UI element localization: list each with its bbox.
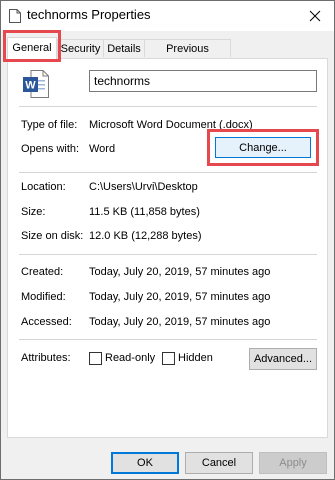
type-of-file-label: Type of file: bbox=[21, 119, 78, 131]
divider bbox=[19, 254, 317, 255]
size-on-disk-value: 12.0 KB (12,288 bytes) bbox=[89, 230, 202, 242]
opens-with-label: Opens with: bbox=[21, 143, 80, 155]
change-button[interactable]: Change... bbox=[215, 137, 311, 158]
location-value: C:\Users\Urvi\Desktop bbox=[89, 181, 198, 193]
cancel-button[interactable]: Cancel bbox=[185, 452, 253, 474]
window-title: technorms Properties bbox=[27, 7, 151, 22]
divider bbox=[19, 339, 317, 340]
tab-previous-versions[interactable]: Previous Versions bbox=[144, 39, 231, 73]
size-label: Size: bbox=[21, 206, 46, 218]
svg-text:W: W bbox=[25, 80, 36, 92]
close-icon[interactable] bbox=[302, 4, 328, 28]
modified-label: Modified: bbox=[21, 291, 66, 303]
ok-button[interactable]: OK bbox=[111, 452, 179, 474]
accessed-value: Today, July 20, 2019, 57 minutes ago bbox=[89, 316, 271, 328]
general-panel: W technorms Type of file: Microsoft Word… bbox=[7, 58, 328, 438]
hidden-label: Hidden bbox=[178, 352, 213, 364]
read-only-label: Read-only bbox=[105, 352, 156, 364]
size-value: 11.5 KB (11,858 bytes) bbox=[89, 206, 200, 218]
tab-details[interactable]: Details bbox=[103, 39, 145, 57]
type-of-file-value: Microsoft Word Document (.docx) bbox=[89, 119, 253, 131]
opens-with-value: Word bbox=[89, 143, 116, 155]
created-label: Created: bbox=[21, 266, 64, 278]
advanced-button[interactable]: Advanced... bbox=[249, 348, 317, 370]
properties-window: technorms Properties General Security De… bbox=[0, 0, 335, 480]
divider bbox=[19, 106, 317, 107]
created-value: Today, July 20, 2019, 57 minutes ago bbox=[89, 266, 271, 278]
accessed-label: Accessed: bbox=[21, 316, 72, 328]
hidden-checkbox[interactable] bbox=[162, 352, 175, 365]
document-icon bbox=[9, 9, 21, 23]
apply-button[interactable]: Apply bbox=[259, 452, 327, 474]
modified-value: Today, July 20, 2019, 57 minutes ago bbox=[89, 291, 271, 303]
read-only-checkbox[interactable] bbox=[89, 352, 102, 365]
tab-security[interactable]: Security bbox=[57, 39, 104, 57]
word-document-icon: W bbox=[23, 70, 49, 98]
location-label: Location: bbox=[21, 181, 66, 193]
dialog-footer: OK Cancel Apply bbox=[1, 439, 334, 479]
divider bbox=[19, 172, 317, 173]
tab-general[interactable]: General bbox=[7, 37, 57, 59]
file-name-field[interactable]: technorms bbox=[89, 70, 317, 92]
title-bar: technorms Properties bbox=[1, 1, 334, 31]
size-on-disk-label: Size on disk: bbox=[21, 230, 84, 242]
attributes-label: Attributes: bbox=[21, 352, 71, 364]
